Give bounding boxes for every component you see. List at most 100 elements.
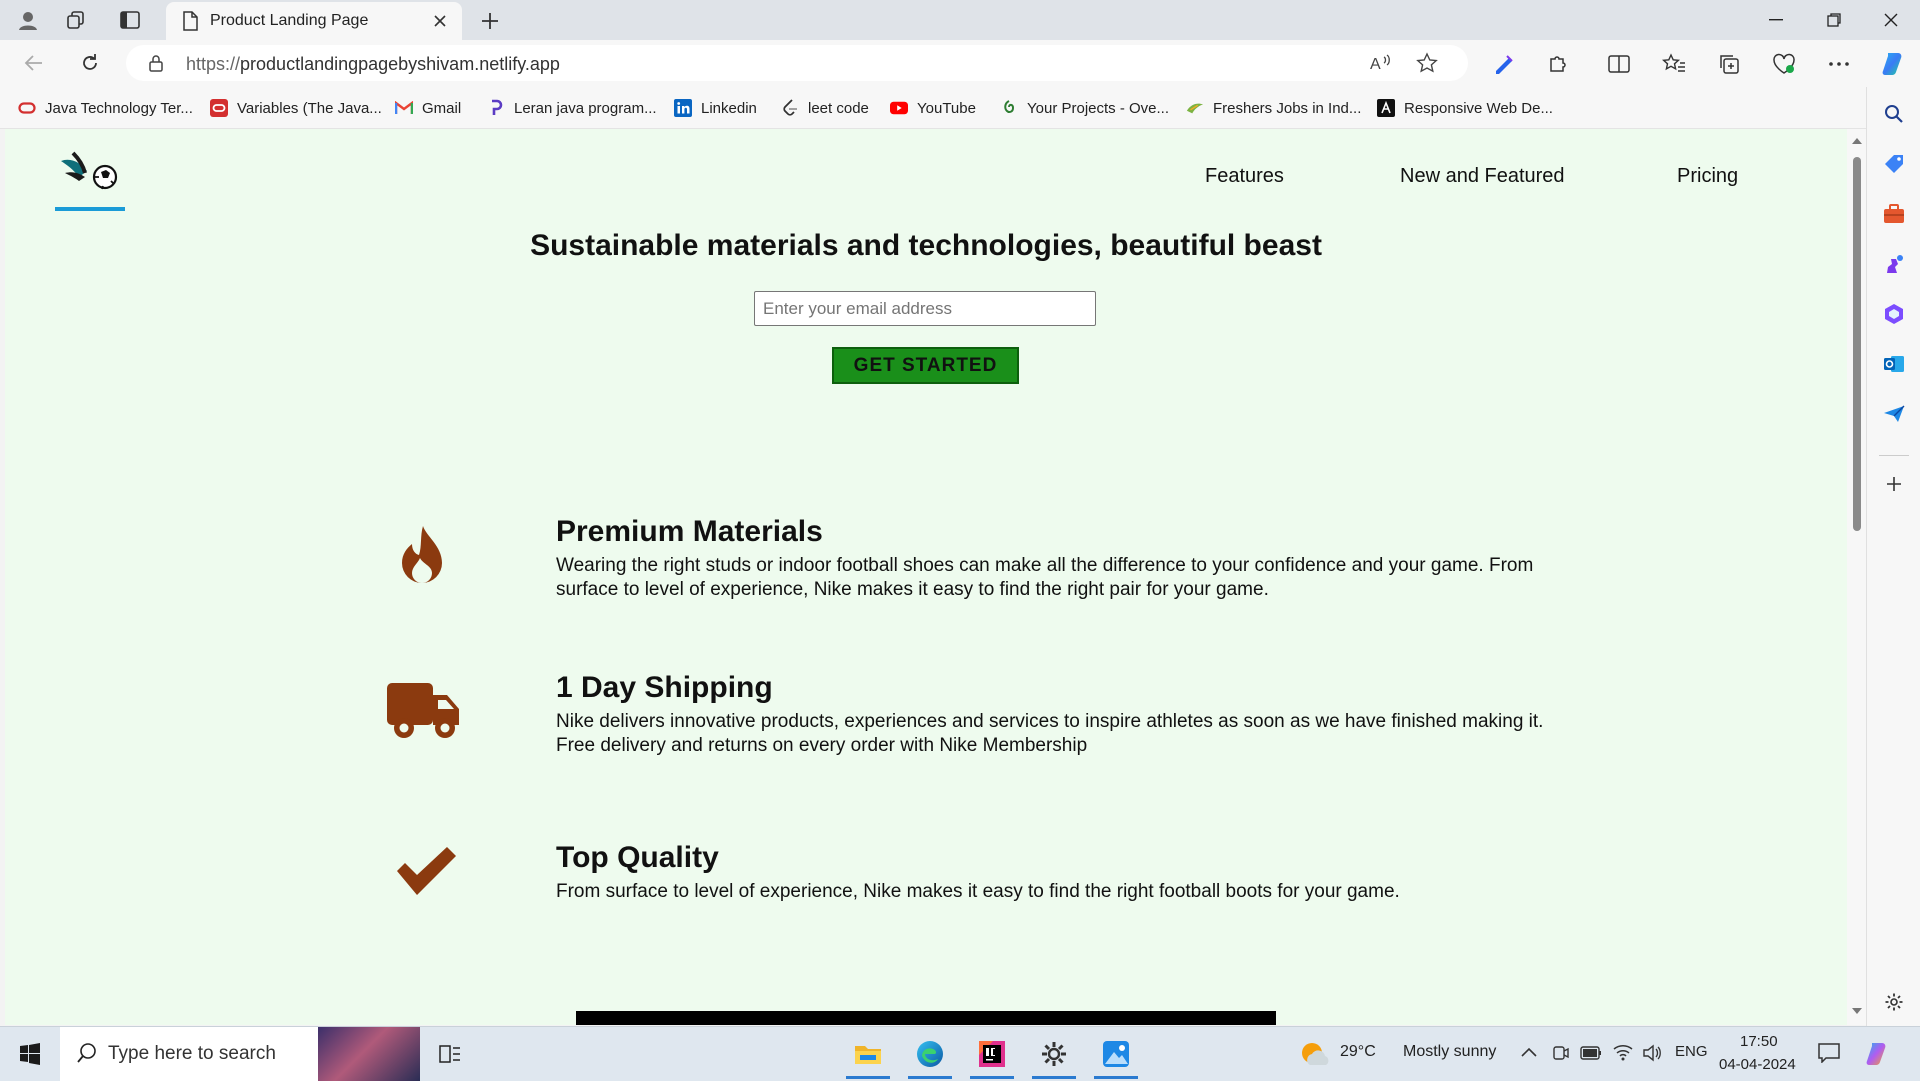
page-scrollbar[interactable]: [1847, 129, 1866, 1025]
bookmark-responsive-web[interactable]: Responsive Web De...: [1377, 97, 1553, 119]
close-tab-icon[interactable]: [430, 11, 450, 31]
oracle-box-icon: [210, 99, 228, 117]
more-options-icon[interactable]: [1819, 44, 1859, 84]
search-icon[interactable]: [1879, 99, 1909, 129]
browser-tab-bar: Product Landing Page: [0, 0, 1920, 40]
copilot-icon[interactable]: [1874, 44, 1914, 84]
scroll-up-icon[interactable]: [1852, 137, 1862, 145]
favorites-icon[interactable]: [1654, 44, 1694, 84]
wifi-icon[interactable]: [1612, 1043, 1634, 1061]
microsoft-365-icon[interactable]: [1879, 299, 1909, 329]
nav-new-and-featured-link[interactable]: New and Featured: [1400, 165, 1565, 188]
projects-icon: [1000, 99, 1018, 117]
logo-underline: [55, 207, 125, 211]
get-started-button[interactable]: GET STARTED: [832, 347, 1019, 384]
weather-sun-icon[interactable]: [1300, 1041, 1330, 1067]
vertical-tabs-icon[interactable]: [110, 0, 150, 40]
sidebar-divider: [1879, 455, 1909, 456]
designer-icon[interactable]: [1484, 44, 1524, 84]
bookmark-youtube[interactable]: YouTube: [890, 97, 976, 119]
nav-features-link[interactable]: Features: [1205, 165, 1284, 188]
send-paper-plane-icon[interactable]: [1879, 399, 1909, 429]
browser-essentials-icon[interactable]: [1764, 44, 1804, 84]
fire-icon: [398, 525, 446, 587]
bookmark-freshers-jobs[interactable]: Freshers Jobs in Ind...: [1186, 97, 1361, 119]
nav-pricing-link[interactable]: Pricing: [1677, 165, 1738, 188]
add-icon[interactable]: [1879, 469, 1909, 499]
photos-app-icon[interactable]: [1090, 1033, 1142, 1079]
battery-icon[interactable]: [1580, 1046, 1602, 1060]
tab-product-landing-page[interactable]: Product Landing Page: [166, 2, 462, 40]
back-icon[interactable]: [14, 43, 54, 83]
settings-gear-icon[interactable]: [1879, 987, 1909, 1017]
bookmark-label: Responsive Web De...: [1404, 99, 1553, 117]
favorites-bar: Java Technology Ter... Variables (The Ja…: [0, 87, 1920, 129]
workspaces-icon[interactable]: [56, 0, 96, 40]
site-logo[interactable]: [55, 139, 125, 199]
program-icon: [487, 99, 505, 117]
show-hidden-icons-chevron-icon[interactable]: [1521, 1047, 1537, 1057]
feature-description: Wearing the right studs or indoor footba…: [556, 555, 1534, 600]
bookmark-linkedin[interactable]: Linkedin: [674, 97, 757, 119]
video-embed[interactable]: [576, 1011, 1276, 1025]
task-view-icon[interactable]: [424, 1033, 476, 1075]
shopping-tag-icon[interactable]: [1879, 149, 1909, 179]
extensions-icon[interactable]: [1538, 44, 1578, 84]
edge-browser-icon[interactable]: [904, 1033, 956, 1079]
bookmark-label: Linkedin: [701, 99, 757, 117]
input-language[interactable]: ENG: [1675, 1043, 1708, 1060]
read-aloud-icon[interactable]: A: [1370, 53, 1392, 73]
profile-icon[interactable]: [8, 0, 48, 40]
scrollbar-thumb[interactable]: [1853, 157, 1861, 531]
bookmark-label: YouTube: [917, 99, 976, 117]
bookmark-leet-code[interactable]: leet code: [781, 97, 869, 119]
check-icon: [394, 847, 458, 895]
bookmark-variables-java[interactable]: Variables (The Java...: [210, 97, 382, 119]
email-input[interactable]: [754, 291, 1096, 326]
bookmark-java-technology[interactable]: Java Technology Ter...: [18, 97, 193, 119]
document-icon: [182, 11, 198, 31]
collections-icon[interactable]: [1709, 44, 1749, 84]
games-icon[interactable]: [1879, 249, 1909, 279]
bookmark-label: Leran java program...: [514, 99, 657, 117]
windows-start-icon[interactable]: [4, 1033, 56, 1075]
feature-description: Nike delivers innovative products, exper…: [556, 711, 1544, 756]
minimize-button[interactable]: [1747, 0, 1805, 40]
new-tab-button[interactable]: [474, 6, 506, 36]
taskbar-search-box[interactable]: Type here to search: [60, 1027, 420, 1081]
oracle-icon: [18, 99, 36, 117]
url-text[interactable]: https://productlandingpagebyshivam.netli…: [186, 54, 560, 75]
close-window-button[interactable]: [1862, 0, 1920, 40]
split-screen-icon[interactable]: [1599, 44, 1639, 84]
settings-app-icon[interactable]: [1028, 1033, 1080, 1079]
clock-time[interactable]: 17:50: [1740, 1033, 1778, 1050]
bookmark-your-projects[interactable]: Your Projects - Ove...: [1000, 97, 1169, 119]
favorite-star-icon[interactable]: [1416, 52, 1438, 74]
notifications-icon[interactable]: [1818, 1043, 1840, 1063]
weather-condition[interactable]: Mostly sunny: [1403, 1043, 1496, 1061]
bookmark-leran-java[interactable]: Leran java program...: [487, 97, 657, 119]
tools-briefcase-icon[interactable]: [1879, 199, 1909, 229]
scroll-down-icon[interactable]: [1852, 1007, 1862, 1015]
bookmark-label: Gmail: [422, 99, 462, 117]
bookmark-label: Java Technology Ter...: [45, 99, 193, 117]
intellij-idea-icon[interactable]: [966, 1033, 1018, 1079]
active-indicator: [846, 1076, 890, 1079]
clock-date[interactable]: 04-04-2024: [1719, 1056, 1796, 1073]
lock-icon[interactable]: [148, 54, 164, 72]
copilot-taskbar-icon[interactable]: [1864, 1041, 1892, 1067]
refresh-icon[interactable]: [70, 43, 110, 83]
svg-text:A: A: [1370, 56, 1381, 73]
weather-temperature[interactable]: 29°C: [1340, 1043, 1376, 1061]
linkedin-icon: [674, 99, 692, 117]
bookmark-gmail[interactable]: Gmail: [395, 97, 461, 119]
file-explorer-icon[interactable]: [842, 1033, 894, 1079]
volume-icon[interactable]: [1642, 1044, 1662, 1062]
address-bar[interactable]: https://productlandingpagebyshivam.netli…: [126, 45, 1468, 81]
youtube-icon: [890, 99, 908, 117]
outlook-icon[interactable]: [1879, 349, 1909, 379]
meet-camera-icon[interactable]: [1552, 1044, 1570, 1062]
search-highlight-image: [318, 1027, 420, 1081]
gmail-icon: [395, 99, 413, 117]
restore-button[interactable]: [1805, 0, 1863, 40]
